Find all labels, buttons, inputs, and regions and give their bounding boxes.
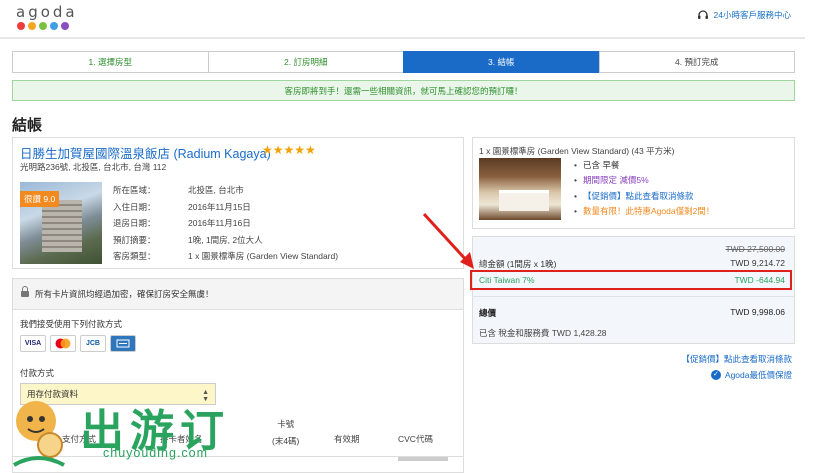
- room-features: 已含 早餐 期間限定 減價5% 【促銷價】點此查看取消條款 數量有限！此特惠Ag…: [574, 157, 714, 219]
- detail-label: 客房類型：: [113, 251, 156, 262]
- col-card-number: 卡號 (末4碼): [272, 418, 299, 447]
- stay-details: 所在區域： 北投區, 台北市 入住日期： 2016年11月15日 退房日期： 2016…: [113, 182, 338, 265]
- original-price: TWD 27,500.00: [725, 244, 785, 254]
- cvc-input-edge[interactable]: [398, 457, 448, 461]
- tax-note: 已含 稅金和服務費 TWD 1,428.28: [479, 328, 607, 338]
- feature-text: 【促銷價】點此查看取消條款: [582, 190, 694, 201]
- col-card-number-line2: (末4碼): [272, 436, 300, 446]
- best-price-guarantee-link[interactable]: ✓ Agoda最低價保證: [710, 369, 792, 381]
- booking-notice: 客房即將到手！還需一些相關資訊，就可馬上確認您的預訂囉！: [12, 80, 795, 101]
- hotel-address: 光明路236號, 北投區, 台北市, 台灣 112: [20, 162, 167, 172]
- detail-label: 退房日期：: [113, 218, 156, 229]
- secure-message: 所有卡片資訊均經過加密，確保訂房安全無虞！: [35, 289, 214, 299]
- detail-row-area: 所在區域： 北投區, 台北市: [113, 182, 338, 199]
- visa-icon: VISA: [20, 335, 46, 352]
- logo-dot: [28, 22, 36, 30]
- step-checkout: 3. 結帳: [403, 51, 599, 73]
- feature-text: 數量有限！此特惠Agoda僅剩2間！: [582, 206, 715, 217]
- amex-icon: [110, 335, 136, 352]
- detail-row-checkout: 退房日期： 2016年11月16日: [113, 215, 338, 232]
- feature-cancel-terms[interactable]: 【促銷價】點此查看取消條款: [574, 188, 714, 204]
- logo-dots: [17, 22, 69, 30]
- customer-support-link[interactable]: 24小時客戶服務中心: [697, 9, 791, 21]
- step-booking-complete: 4. 預訂完成: [598, 51, 795, 73]
- headset-icon: [697, 10, 708, 19]
- accepted-cards-label: 我們接受使用下列付款方式: [20, 319, 123, 329]
- detail-label: 入住日期：: [113, 201, 156, 212]
- feature-breakfast: 已含 早餐: [574, 157, 714, 173]
- col-card-number-line1: 卡號: [277, 419, 295, 429]
- promo-highlight-box: [470, 270, 792, 290]
- col-expiry: 有效期: [334, 434, 360, 444]
- room-title: 1 x 園景標準房 (Garden View Standard) (43 平方米…: [479, 146, 675, 156]
- grand-total-value: TWD 9,998.06: [730, 307, 785, 317]
- secure-notice: 所有卡片資訊均經過加密，確保訂房安全無虞！: [13, 279, 463, 310]
- detail-row-checkin: 入住日期： 2016年11月15日: [113, 199, 338, 216]
- step-booking-details[interactable]: 2. 訂房明細: [207, 51, 403, 73]
- annotation-arrow-icon: [422, 212, 474, 269]
- detail-value: 2016年11月15日: [188, 201, 251, 212]
- watermark-url: chuyouding.com: [103, 446, 209, 460]
- payment-method-label: 付款方式: [20, 368, 55, 378]
- hotel-name-link[interactable]: 日勝生加賀屋國際溫泉飯店 (Radium Kagaya): [20, 143, 271, 162]
- detail-value: 2016年11月16日: [188, 218, 251, 229]
- feature-scarcity: 數量有限！此特惠Agoda僅剩2間！: [574, 204, 714, 220]
- total-label: 總金額 (1間房 x 1晚): [479, 259, 557, 269]
- feature-discount: 期間限定 減價5%: [574, 173, 714, 189]
- best-price-label: Agoda最低價保證: [724, 370, 792, 380]
- mascot-watermark-icon: [12, 401, 65, 467]
- cancel-terms-link[interactable]: 【促銷價】點此查看取消條款: [681, 353, 792, 365]
- logo-dot: [39, 22, 47, 30]
- detail-value: 北投區, 台北市: [188, 185, 244, 196]
- col-cvc: CVC代碼: [398, 434, 433, 444]
- detail-label: 所在區域：: [113, 185, 156, 196]
- grand-total-label: 總價: [479, 308, 497, 318]
- logo-dot: [61, 22, 69, 30]
- logo-dot: [17, 22, 25, 30]
- checkout-progress: 1. 選擇房型 2. 訂房明細 3. 結帳 4. 預訂完成: [12, 51, 795, 73]
- jcb-icon: JCB: [80, 335, 106, 352]
- support-label: 24小時客戶服務中心: [713, 10, 791, 20]
- logo-dot: [50, 22, 58, 30]
- feature-text: 已含 早餐: [582, 159, 620, 170]
- feature-text: 期間限定 減價5%: [582, 175, 649, 186]
- page-title: 結帳: [12, 117, 43, 134]
- checkmark-icon: ✓: [710, 370, 721, 380]
- card-logos: VISA JCB: [20, 335, 136, 352]
- detail-value: 1晚, 1間房, 2位大人: [188, 234, 263, 245]
- lock-icon: [21, 285, 29, 299]
- total-value: TWD 9,214.72: [730, 258, 785, 268]
- review-score-badge: 很讚 9.0: [20, 191, 60, 207]
- summary-divider: [472, 296, 795, 297]
- header-divider: [0, 37, 805, 39]
- room-photo[interactable]: [479, 158, 561, 220]
- detail-value: 1 x 園景標準房 (Garden View Standard): [188, 251, 339, 262]
- detail-label: 預訂摘要：: [113, 234, 156, 245]
- step-select-room[interactable]: 1. 選擇房型: [12, 51, 208, 73]
- detail-row-summary: 預訂摘要： 1晚, 1間房, 2位大人: [113, 232, 338, 249]
- agoda-logo[interactable]: agoda: [16, 3, 78, 21]
- star-rating-icon: ★★★★★: [262, 143, 316, 157]
- detail-row-room-type: 客房類型： 1 x 園景標準房 (Garden View Standard): [113, 248, 338, 265]
- mastercard-icon: [50, 335, 76, 352]
